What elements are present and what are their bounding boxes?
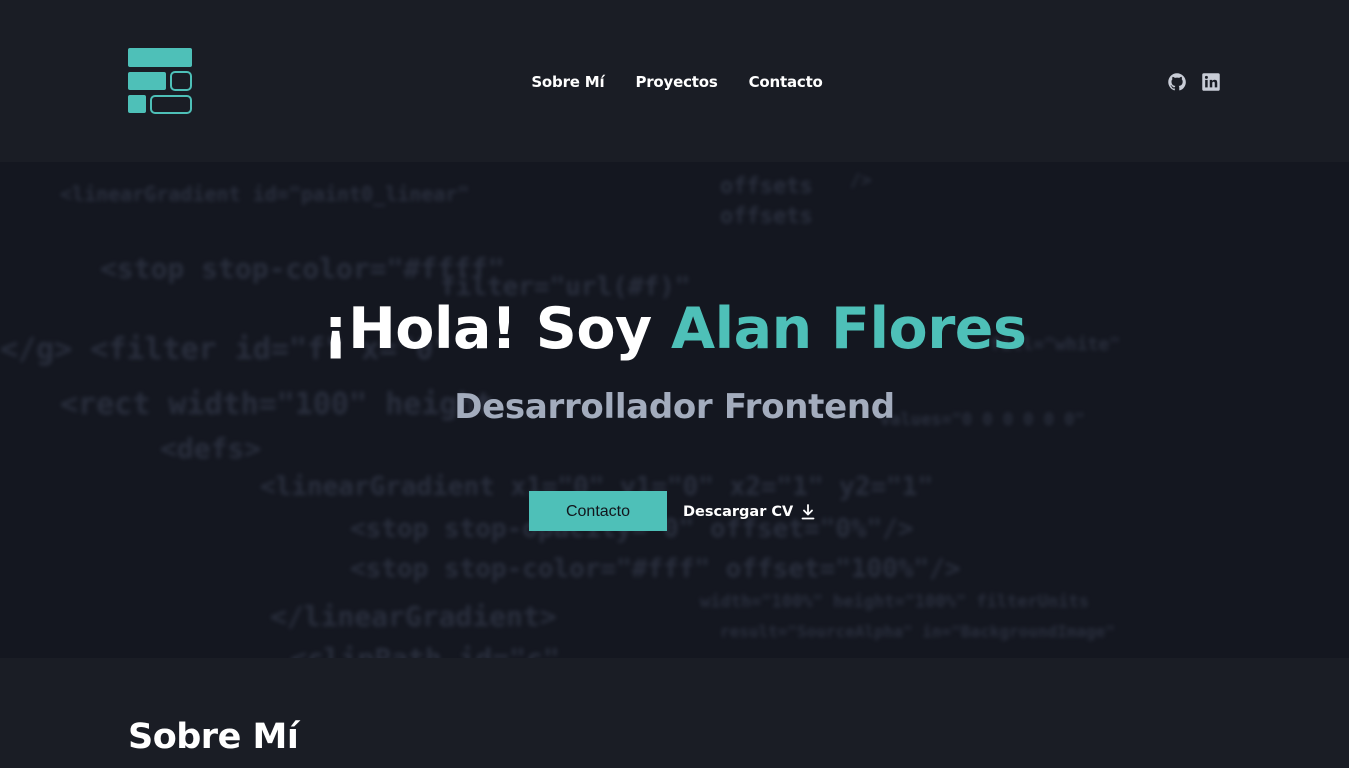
github-icon[interactable]	[1167, 72, 1187, 92]
hero-name: Alan Flores	[671, 296, 1027, 362]
nav-link-contacto[interactable]: Contacto	[749, 70, 823, 94]
linkedin-icon[interactable]	[1201, 72, 1221, 92]
nav-link-proyectos[interactable]: Proyectos	[635, 70, 717, 94]
social-links	[1167, 72, 1221, 92]
download-cv-button[interactable]: Descargar CV	[683, 501, 815, 523]
hero-section: <linearGradient id="paint0_linear" offse…	[0, 162, 1349, 658]
contact-button[interactable]: Contacto	[529, 491, 667, 531]
about-section-title: Sobre Mí	[128, 717, 299, 757]
hero-greeting: ¡Hola! Soy	[322, 296, 672, 362]
download-cv-label: Descargar CV	[683, 504, 794, 520]
hero-title: ¡Hola! Soy Alan Flores	[0, 292, 1349, 366]
download-icon	[801, 504, 815, 520]
hero-subtitle: Desarrollador Frontend	[454, 387, 895, 427]
site-header: Sobre Mí Proyectos Contacto	[0, 0, 1349, 162]
nav-link-sobre-mi[interactable]: Sobre Mí	[531, 70, 604, 94]
main-nav: Sobre Mí Proyectos Contacto	[0, 70, 1349, 94]
